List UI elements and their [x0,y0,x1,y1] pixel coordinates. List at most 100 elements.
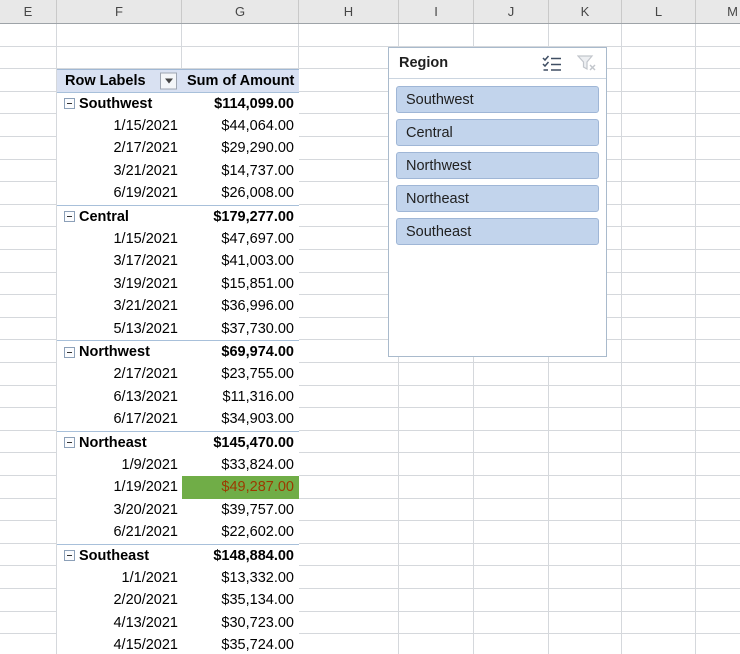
column-header-E[interactable]: E [0,0,57,23]
pivot-date-cell[interactable]: 1/9/2021 [57,453,182,476]
pivot-date-cell[interactable]: 3/20/2021 [57,499,182,522]
pivot-total-cell[interactable]: $114,099.00 [182,93,299,115]
pivot-date-cell[interactable]: 2/20/2021 [57,589,182,612]
pivot-amount-cell[interactable]: $29,290.00 [182,137,299,160]
column-header-G[interactable]: G [182,0,299,23]
pivot-date-cell[interactable]: 6/17/2021 [57,408,182,431]
amount-value: $44,064.00 [221,118,294,134]
pivot-data-row: 6/13/2021 $11,316.00 [57,386,299,409]
row-labels-filter-button[interactable] [160,72,177,89]
pivot-date-cell[interactable]: 3/21/2021 [57,160,182,183]
pivot-total-cell[interactable]: $69,974.00 [182,341,299,363]
collapse-icon[interactable] [64,437,75,448]
pivot-total-cell[interactable]: $145,470.00 [182,432,299,454]
column-header-I[interactable]: I [399,0,474,23]
pivot-data-row: 3/17/2021$41,003.00 [57,250,299,273]
slicer-item-northwest[interactable]: Northwest [396,152,599,179]
clear-filter-icon[interactable] [577,55,597,72]
amount-value: $30,723.00 [221,615,294,631]
pivot-amount-cell[interactable]: $22,602.00 [182,521,299,544]
pivot-amount-cell[interactable]: $47,697.00 [182,227,299,250]
collapse-icon[interactable] [64,98,75,109]
column-header-H[interactable]: H [299,0,399,23]
pivot-date-cell[interactable]: 1/15/2021 [57,227,182,250]
pivot-region-cell[interactable]: Southeast [57,545,182,567]
region-slicer[interactable]: Region SouthwestCentr [388,47,607,357]
pivot-data-row: 3/21/2021$14,737.00 [57,160,299,183]
pivot-date-cell[interactable]: 2/17/2021 [57,137,182,160]
date-value: 5/13/2021 [113,321,178,337]
region-total: $179,277.00 [213,209,294,225]
pivot-region-cell[interactable]: Northeast [57,432,182,454]
pivot-amount-cell[interactable]: $11,316.00 [182,386,299,409]
pivot-date-cell[interactable]: 5/13/2021 [57,318,182,341]
column-header-row: EFGHIJKLM [0,0,740,24]
pivot-amount-cell[interactable]: $14,737.00 [182,160,299,183]
pivot-amount-cell[interactable]: $13,332.00 [182,566,299,589]
highlighted-amount-cell[interactable]: $49,287.00 [182,476,299,499]
collapse-icon[interactable] [64,550,75,561]
pivot-region-cell[interactable]: Northwest [57,341,182,363]
pivot-group-row: Central $179,277.00 [57,205,299,228]
pivot-data-row: 3/19/2021$15,851.00 [57,273,299,296]
pivot-amount-cell[interactable]: $23,755.00 [182,363,299,386]
slicer-item-list: Southwest Central Northwest Northeast Southe… [389,79,606,258]
pivot-date-cell[interactable]: 6/19/2021 [57,182,182,205]
multi-select-icon[interactable] [542,55,563,72]
slicer-item-northeast[interactable]: Northeast [396,185,599,212]
pivot-total-cell[interactable]: $148,884.00 [182,545,299,567]
amount-value: $39,757.00 [221,502,294,518]
column-header-F[interactable]: F [57,0,182,23]
column-header-M[interactable]: M [696,0,740,23]
pivot-amount-cell[interactable]: $36,996.00 [182,295,299,318]
pivot-region-cell[interactable]: Southwest [57,93,182,115]
pivot-date-cell[interactable]: 2/17/2021 [57,363,182,386]
slicer-item-southeast[interactable]: Southeast [396,218,599,245]
date-value: 2/20/2021 [113,592,178,608]
pivot-date-cell[interactable]: 6/13/2021 [57,386,182,409]
amount-value: $13,332.00 [221,570,294,586]
column-header-J[interactable]: J [474,0,549,23]
slicer-item-southwest[interactable]: Southwest [396,86,599,113]
pivot-date-cell[interactable]: 1/1/2021 [57,566,182,589]
pivot-values-header-cell[interactable]: Sum of Amount [182,70,299,92]
pivot-total-cell[interactable]: $179,277.00 [182,206,299,228]
pivot-amount-cell[interactable]: $41,003.00 [182,250,299,273]
collapse-icon[interactable] [64,347,75,358]
date-value: 2/17/2021 [113,140,178,156]
slicer-item-central[interactable]: Central [396,119,599,146]
pivot-date-cell[interactable]: 1/15/2021 [57,114,182,137]
pivot-amount-cell[interactable]: $26,008.00 [182,182,299,205]
pivot-amount-cell[interactable]: $35,724.00 [182,634,299,654]
column-header-K[interactable]: K [549,0,622,23]
date-value: 4/13/2021 [113,615,178,631]
pivot-amount-cell[interactable]: $30,723.00 [182,612,299,635]
pivot-row-labels-header-cell[interactable]: Row Labels [57,70,182,92]
date-value: 6/17/2021 [113,411,178,427]
pivot-amount-cell[interactable]: $15,851.00 [182,273,299,296]
pivot-date-cell[interactable]: 1/19/2021 [57,476,182,499]
pivot-amount-cell[interactable]: $34,903.00 [182,408,299,431]
pivot-date-cell[interactable]: 3/19/2021 [57,273,182,296]
region-label: Northeast [79,435,147,451]
pivot-amount-cell[interactable]: $44,064.00 [182,114,299,137]
slicer-item-label: Southeast [406,224,471,240]
pivot-data-row: 2/20/2021$35,134.00 [57,589,299,612]
amount-value: $11,316.00 [223,389,295,405]
pivot-data-row: 3/21/2021 $36,996.00 [57,295,299,318]
pivot-date-cell[interactable]: 6/21/2021 [57,521,182,544]
pivot-amount-cell[interactable]: $33,824.00 [182,453,299,476]
column-header-L[interactable]: L [622,0,696,23]
pivot-date-cell[interactable]: 4/13/2021 [57,612,182,635]
pivot-amount-cell[interactable]: $39,757.00 [182,499,299,522]
pivot-date-cell[interactable]: 3/21/2021 [57,295,182,318]
collapse-icon[interactable] [64,211,75,222]
pivot-amount-cell[interactable]: $37,730.00 [182,318,299,341]
pivot-date-cell[interactable]: 4/15/2021 [57,634,182,654]
pivot-amount-cell[interactable]: $35,134.00 [182,589,299,612]
pivot-region-cell[interactable]: Central [57,206,182,228]
pivot-date-cell[interactable]: 3/17/2021 [57,250,182,273]
amount-value: $36,996.00 [221,298,294,314]
date-value: 1/19/2021 [113,479,178,495]
region-total: $148,884.00 [213,548,294,564]
